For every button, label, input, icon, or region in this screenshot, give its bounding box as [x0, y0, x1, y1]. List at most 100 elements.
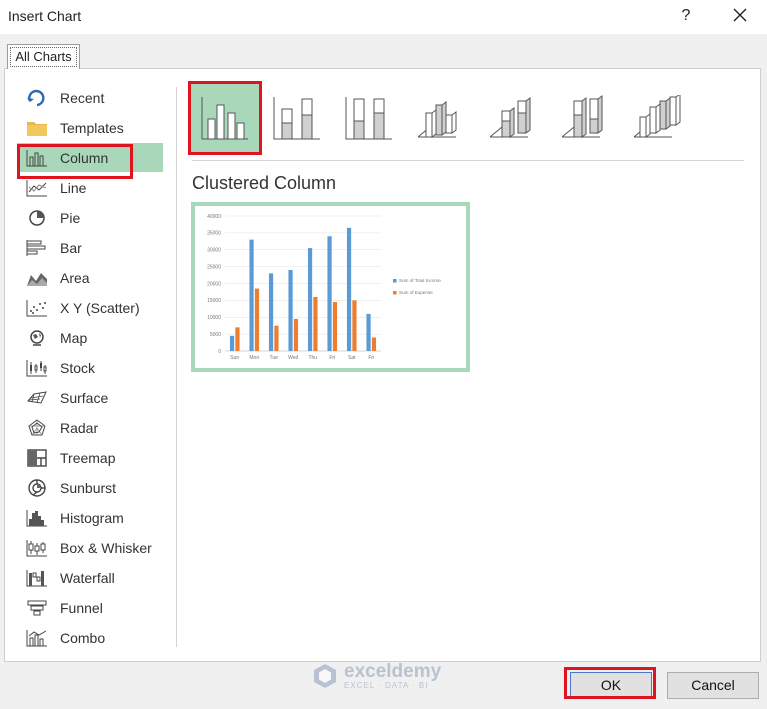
y-tick-label: 25000: [207, 264, 221, 270]
sidebar-item-map[interactable]: Map: [17, 323, 163, 352]
close-button[interactable]: [728, 4, 752, 28]
sidebar-item-pie[interactable]: Pie: [17, 203, 163, 232]
preview-chart: 0 5000 10000 15000 20000 25000 30000 35000 40000…: [207, 214, 441, 361]
sidebar-item-label: Column: [60, 149, 109, 166]
sidebar-item-area[interactable]: Area: [17, 263, 163, 292]
sidebar-item-label: Templates: [60, 119, 124, 136]
3d-100-stacked-column-icon: [561, 95, 603, 138]
sidebar-item-label: Bar: [60, 239, 82, 256]
clustered-column-icon: [201, 97, 248, 140]
column-chart-icon: [25, 148, 49, 168]
sidebar-item-scatter[interactable]: X Y (Scatter): [17, 293, 163, 322]
bar: [235, 327, 240, 351]
y-tick-label: 35000: [207, 231, 221, 237]
bar: [327, 236, 332, 351]
x-tick-label: Sat: [348, 355, 356, 361]
bar-chart-icon: [25, 238, 49, 258]
pie-chart-icon: [25, 208, 49, 228]
cancel-button[interactable]: Cancel: [667, 672, 759, 699]
watermark: exceldemy EXCEL · DATA · BI: [312, 662, 441, 690]
bar: [293, 318, 299, 351]
close-icon: [733, 8, 747, 22]
bar: [346, 227, 352, 351]
sidebar-item-combo[interactable]: Combo: [17, 623, 163, 652]
sidebar-item-label: Stock: [60, 359, 96, 376]
subtype-3d-100-stacked-column[interactable]: [550, 83, 620, 153]
subtype-clustered-column[interactable]: [190, 83, 260, 153]
subtype-stacked-column[interactable]: [262, 83, 332, 153]
y-tick-label: 20000: [207, 281, 221, 287]
area-chart-icon: [25, 268, 49, 288]
y-tick-label: 10000: [207, 315, 221, 321]
treemap-chart-icon: [25, 448, 49, 468]
subtype-title: Clustered Column: [192, 173, 337, 193]
subtype-3d-column[interactable]: [622, 83, 692, 153]
subtype-3d-stacked-column[interactable]: [478, 83, 548, 153]
3d-clustered-column-icon: [417, 101, 457, 138]
help-button[interactable]: ?: [676, 5, 696, 27]
stacked-column-icon: [273, 97, 320, 140]
y-tick-label: 5000: [210, 332, 221, 338]
sidebar-item-label: Map: [60, 329, 88, 346]
x-tick-label: Fri: [329, 355, 335, 361]
title-bar: Insert Chart ?: [0, 0, 767, 34]
funnel-chart-icon: [25, 598, 49, 618]
sidebar-item-label: Area: [60, 269, 90, 286]
sidebar-item-label: Treemap: [60, 449, 116, 466]
sidebar-item-label: Sunburst: [60, 479, 117, 496]
legend-swatch: [393, 291, 397, 295]
3d-stacked-column-icon: [489, 97, 531, 138]
bar: [249, 239, 254, 351]
sidebar-item-funnel[interactable]: Funnel: [17, 593, 163, 622]
bar: [288, 270, 293, 351]
sidebar-item-label: Line: [60, 179, 87, 196]
bar: [313, 297, 318, 351]
sidebar-item-label: Waterfall: [60, 569, 115, 586]
sidebar-item-column[interactable]: Column: [17, 143, 163, 172]
sidebar-item-line[interactable]: Line: [17, 173, 163, 202]
sidebar-item-waterfall[interactable]: Waterfall: [17, 563, 163, 592]
sidebar-item-label: Pie: [60, 209, 81, 226]
sidebar-item-radar[interactable]: Radar: [17, 413, 163, 442]
sidebar-item-label: Surface: [60, 389, 109, 406]
combo-chart-icon: [25, 628, 49, 648]
3d-column-icon: [633, 95, 681, 138]
y-tick-label: 0: [218, 349, 221, 355]
subtype-3d-clustered-column[interactable]: [406, 83, 476, 153]
bar: [254, 288, 260, 351]
recent-icon: [25, 88, 49, 108]
sidebar-item-label: Radar: [60, 419, 99, 436]
sidebar-item-templates[interactable]: Templates: [17, 113, 163, 142]
bar: [274, 325, 279, 351]
sidebar-item-label: Histogram: [60, 509, 124, 526]
bar: [366, 313, 371, 351]
chart-preview[interactable]: 0 5000 10000 15000 20000 25000 30000 35000 40000…: [191, 202, 470, 372]
sidebar-item-histogram[interactable]: Histogram: [17, 503, 163, 532]
stock-chart-icon: [25, 358, 49, 378]
legend-swatch: [393, 279, 397, 283]
dialog-title: Insert Chart: [8, 8, 82, 24]
bar: [268, 273, 274, 351]
x-tick-label: Wed: [288, 355, 298, 361]
sidebar-item-sunburst[interactable]: Sunburst: [17, 473, 163, 502]
x-tick-label: Tue: [270, 355, 279, 361]
subtype-100-stacked-column[interactable]: [334, 83, 404, 153]
sidebar-item-bar[interactable]: Bar: [17, 233, 163, 262]
sidebar-item-treemap[interactable]: Treemap: [17, 443, 163, 472]
tab-all-charts[interactable]: All Charts: [7, 44, 80, 69]
sidebar-item-box-whisker[interactable]: Box & Whisker: [17, 533, 163, 562]
y-tick-label: 40000: [207, 214, 221, 220]
x-tick-label: Mon: [249, 355, 259, 361]
legend-label: Sum of Expense: [399, 290, 433, 295]
bar: [332, 302, 338, 351]
sunburst-chart-icon: [25, 478, 49, 498]
bar: [307, 248, 313, 351]
map-chart-icon: [25, 328, 49, 348]
ok-button[interactable]: OK: [570, 672, 652, 699]
panel-divider: [176, 87, 177, 647]
box-whisker-chart-icon: [25, 538, 49, 558]
sidebar-item-surface[interactable]: Surface: [17, 383, 163, 412]
sidebar-item-label: Combo: [60, 629, 106, 646]
sidebar-item-recent[interactable]: Recent: [17, 83, 163, 112]
sidebar-item-stock[interactable]: Stock: [17, 353, 163, 382]
